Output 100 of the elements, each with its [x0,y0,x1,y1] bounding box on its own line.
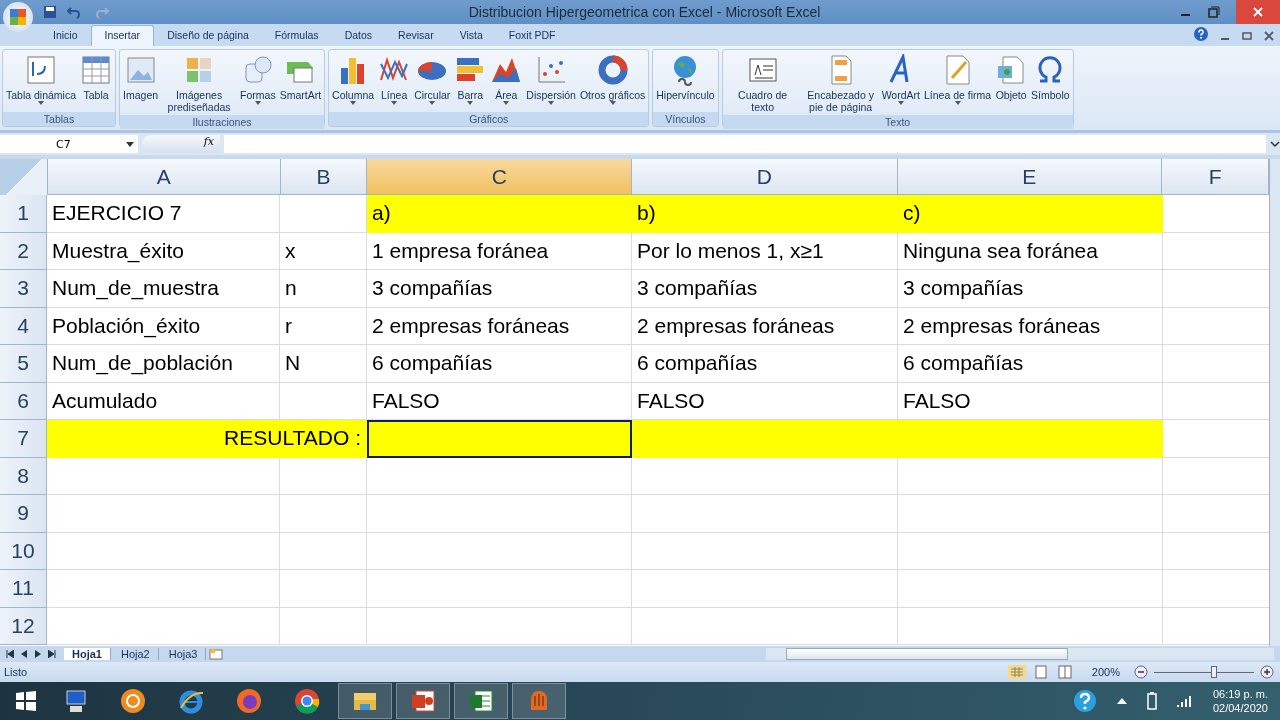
battery-icon[interactable] [1146,692,1157,710]
taskbar-button[interactable] [396,683,450,719]
window-title: Distribucion Hipergeometrica con Excel - Microsoft Excel [467,4,822,20]
windows-logo-icon[interactable] [16,691,36,711]
ribbon-tab[interactable]: Foxit PDF [495,26,569,46]
firefox-icon [236,688,262,714]
table-cell: Muestra_éxito [47,232,280,270]
table-cell: Num_de_muestra [47,270,280,308]
horizontal-scrollbar[interactable] [766,648,1275,660]
table-cell: r [280,307,367,345]
caret-icon [954,101,961,105]
column-header[interactable]: A [47,159,281,195]
ribbon-tab[interactable]: Diseño de página [154,26,262,46]
row-header[interactable]: 1 [0,195,47,233]
next-sheet-icon[interactable] [34,650,42,658]
column-header[interactable]: E [897,159,1163,195]
row-header[interactable]: 11 [0,570,47,608]
table-cell: N [280,345,367,383]
zoom-level[interactable]: 200% [1091,666,1120,678]
name-box[interactable]: C7 [0,135,138,153]
signal-icon[interactable] [1176,694,1193,708]
caret-icon [548,101,555,105]
restore-icon[interactable] [1242,31,1252,41]
close-icon[interactable] [1264,31,1274,41]
ribbon-button[interactable]: Área [488,52,525,110]
last-sheet-icon[interactable] [48,650,56,658]
row-header[interactable]: 6 [0,382,47,420]
column-header[interactable]: F [1162,159,1269,195]
status-text: Listo [4,666,28,678]
ribbon-button[interactable]: Encabezado y pie de página [801,52,880,113]
ribbon-button[interactable]: Imagen [121,52,161,113]
ribbon-button[interactable]: Formas [238,52,278,113]
row-header[interactable]: 7 [0,420,47,458]
office-button[interactable] [3,2,33,32]
first-sheet-icon[interactable] [6,650,14,658]
ribbon-tab[interactable]: Insertar [90,25,155,46]
column-header[interactable]: D [632,159,898,195]
table-cell: 2 empresas foráneas [367,307,632,345]
ribbon-button[interactable]: Barra [452,52,489,110]
caret-up-icon[interactable] [1116,697,1127,705]
table-cell: 3 compañías [898,270,1163,308]
save-icon[interactable] [43,5,57,19]
row-header[interactable]: 10 [0,532,47,570]
ribbon-tab[interactable]: Datos [331,26,386,46]
undo-icon[interactable] [67,5,83,19]
ribbon-button[interactable]: Otros gráficos [577,52,648,110]
ribbon-tab[interactable]: Fórmulas [261,26,332,46]
scatter-chart-icon [535,54,568,86]
restore-icon[interactable] [1208,6,1220,18]
clock-date[interactable]: 02/04/2020 [1212,701,1268,715]
ribbon-button[interactable]: Línea de firma [921,52,994,113]
page-break-icon[interactable] [1055,665,1074,679]
ribbon-button[interactable]: Línea [376,52,413,110]
row-header[interactable]: 2 [0,232,47,270]
ribbon-button[interactable]: Símbolo [1029,52,1072,113]
row-header[interactable]: 4 [0,307,47,345]
ribbon-tab[interactable]: Inicio [40,26,91,46]
group-label: Texto [722,115,1073,129]
ribbon-button[interactable]: Objeto [993,52,1030,113]
row-header[interactable]: 5 [0,345,47,383]
zoom-in-icon[interactable] [1260,665,1274,679]
ribbon-button[interactable]: Circular [412,52,453,110]
zoom-slider[interactable] [1211,665,1217,678]
table-cell: 3 compañías [632,270,898,308]
caret-icon [503,101,510,105]
table-cell: 6 compañías [632,345,898,383]
ribbon-button[interactable]: Columna [330,52,377,110]
ribbon-button[interactable]: Tabla [78,52,115,110]
ribbon-button[interactable]: WordArt [879,52,922,113]
ribbon-button[interactable]: Imágenes prediseñadas [160,52,239,113]
ribbon-button[interactable]: Tabla dinámica [4,52,79,110]
sheet-tab[interactable]: Hoja1 [64,648,111,660]
column-header[interactable]: B [280,159,368,195]
taskbar-button[interactable] [454,683,508,719]
table-cell: c) [898,195,1163,233]
table-cell: Por lo menos 1, x≥1 [632,232,898,270]
sheet-tab[interactable]: Hoja3 [160,648,207,660]
row-header[interactable]: 3 [0,270,47,308]
zoom-out-icon[interactable] [1134,665,1148,679]
close-button[interactable] [1236,0,1280,24]
ribbon-button[interactable]: Dispersión [524,52,578,110]
sheet-tab[interactable]: Hoja2 [112,648,159,660]
column-header[interactable]: C [367,159,632,195]
ribbon-tab[interactable]: Vista [446,26,496,46]
previous-sheet-icon[interactable] [20,650,28,658]
clock-time[interactable]: 06:19 p. m. [1212,687,1268,701]
ribbon-button[interactable]: Hipervínculo [654,52,717,110]
row-header[interactable]: 12 [0,607,47,645]
help-icon[interactable] [1194,27,1208,41]
row-header[interactable]: 8 [0,457,47,495]
ribbon-button[interactable]: SmartArt [277,52,324,113]
spreadsheet-icon [468,688,494,714]
vertical-scrollbar[interactable] [1269,159,1280,646]
ribbon-tab[interactable]: Revisar [385,26,447,46]
insert-function-button[interactable]: fx [142,135,220,153]
ribbon-button[interactable]: Cuadro de texto [723,52,802,113]
formula-field[interactable] [224,135,1266,153]
expand-icon[interactable] [1270,139,1280,149]
help-icon[interactable] [1072,689,1097,713]
row-header[interactable]: 9 [0,495,47,533]
